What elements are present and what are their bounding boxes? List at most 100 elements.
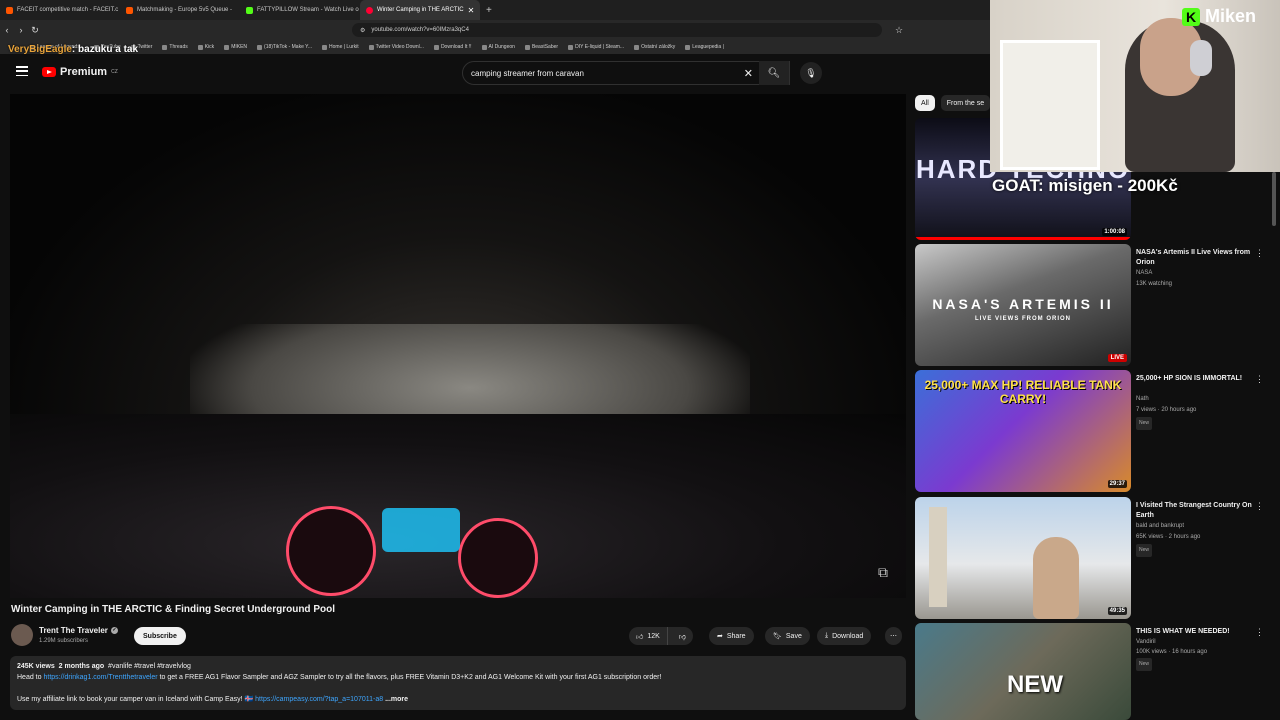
bookmark-item[interactable]: Kick [197, 44, 215, 50]
browser-tab-matchmaking[interactable]: Matchmaking - Europe 5v5 Queue - [120, 0, 240, 20]
search-input[interactable]: camping streamer from caravan [471, 69, 584, 78]
site-info-icon[interactable]: ⚙ [360, 27, 365, 34]
browser-tab-youtube-active[interactable]: Winter Camping in THE ARCTIC ✕ [360, 0, 480, 20]
affiliate-link[interactable]: https://campeasy.com/?tap_a=107011-a8 [255, 696, 383, 703]
channel-name[interactable]: Trent The Traveler [39, 626, 108, 635]
browser-tab-fattypillow[interactable]: FATTYPILLOW Stream - Watch Live o [240, 0, 360, 20]
video-frame-gauge [458, 518, 538, 598]
bookmark-item[interactable]: (18)TikTok - Make Y... [257, 44, 312, 50]
thumbnail-text: 25,000+ MAX HP! RELIABLE TANK CARRY! [924, 378, 1122, 406]
bookmark-favicon-icon [257, 44, 263, 50]
webcam-shelf [1000, 40, 1100, 170]
recommendation-title[interactable]: I Visited The Strangest Country On Earth [1136, 501, 1254, 521]
watch-progress-bar [915, 237, 1131, 240]
channel-name-wrap[interactable]: Trent The Traveler ✓ [39, 626, 118, 635]
recommendation-item[interactable]: NASA'S ARTEMIS II LIVE VIEWS FROM ORION … [915, 244, 1280, 366]
recommendation-title[interactable]: THIS IS WHAT WE NEEDED! [1136, 627, 1254, 637]
recommendation-title[interactable]: 25,000+ HP SION IS IMMORTAL! [1136, 374, 1254, 384]
chip-from-series[interactable]: From the se [940, 95, 991, 111]
more-vertical-icon[interactable]: ⋮ [1255, 248, 1264, 259]
video-player[interactable]: ⧉ [10, 94, 906, 598]
video-description[interactable]: 245K views 2 months ago #vanlife #travel… [10, 656, 906, 710]
voice-search-icon[interactable]: 🎙︎ [800, 62, 822, 84]
close-tab-icon[interactable]: ✕ [468, 6, 475, 15]
recommendation-channel[interactable]: NASA [1136, 268, 1152, 279]
bookmark-label: MIKEN [231, 44, 248, 50]
channel-avatar[interactable] [11, 624, 33, 646]
bookmark-label: Leaguepedia | [692, 44, 724, 50]
video-frame-gauge [286, 506, 376, 596]
url-field[interactable]: ⚙ youtube.com/watch?v=60IMzra3qC4 [352, 23, 882, 37]
description-line-2: Use my affiliate link to book your campe… [17, 694, 899, 705]
kick-brand: K Miken [1182, 6, 1256, 27]
bookmark-item[interactable]: Download It !! [433, 44, 472, 50]
video-duration: 1:00:08 [1102, 228, 1127, 236]
chat-username: VeryBigEagle [8, 44, 72, 55]
tab-title: FATTYPILLOW Stream - Watch Live o [257, 7, 359, 13]
new-tab-button[interactable]: + [480, 5, 498, 16]
search-box[interactable]: camping streamer from caravan ✕ 🔍︎ [462, 61, 790, 85]
subscribe-button[interactable]: Subscribe [134, 627, 186, 645]
like-button[interactable]: 👍︎ 12K [629, 627, 668, 645]
show-more-button[interactable]: ...more [385, 696, 408, 703]
bookmark-item[interactable]: Home | Lurkit [322, 44, 359, 50]
hamburger-menu-icon[interactable] [16, 66, 28, 76]
bookmark-item[interactable]: DIY E-liquid | Steam... [568, 44, 624, 50]
bookmark-item[interactable]: AI Dungeon [481, 44, 515, 50]
bookmark-favicon-icon [524, 44, 530, 50]
video-thumbnail[interactable]: NEW [915, 623, 1131, 720]
reload-icon[interactable]: ↻ [28, 25, 42, 36]
recommendation-channel[interactable]: bald and bankrupt [1136, 521, 1184, 532]
bookmark-label: Kick [204, 44, 215, 50]
more-vertical-icon[interactable]: ⋮ [1255, 374, 1264, 385]
recommendation-channel[interactable]: Nath [1136, 394, 1149, 405]
sponsor-link[interactable]: https://drinkag1.com/Trentthetraveler [43, 674, 157, 681]
bookmark-favicon-icon [433, 44, 439, 50]
clear-search-icon[interactable]: ✕ [744, 67, 753, 80]
download-button[interactable]: ⤓ Download [817, 627, 872, 645]
recommendation-item[interactable]: 25,000+ MAX HP! RELIABLE TANK CARRY! 29:… [915, 370, 1280, 492]
view-count: 245K views [17, 663, 55, 670]
recommendation-meta: 100K views · 16 hours ago [1136, 649, 1208, 655]
bookmark-item[interactable]: Threads [162, 44, 188, 50]
dislike-button[interactable]: 👎︎ [672, 632, 693, 641]
share-button[interactable]: ➦ Share [709, 627, 754, 645]
more-vertical-icon[interactable]: ⋮ [1255, 627, 1264, 638]
browser-tab-faceit-match[interactable]: FACEIT competitive match - FACEIT.c [0, 0, 120, 20]
bookmark-item[interactable]: Leaguepedia | [685, 44, 724, 50]
search-icon[interactable]: 🔍︎ [759, 61, 789, 85]
bookmark-favicon-icon [322, 44, 328, 50]
video-thumbnail[interactable]: 49:35 [915, 497, 1131, 619]
thumbnail-subtext: LIVE VIEWS FROM ORION [974, 316, 1071, 322]
bookmark-item[interactable]: Ostatní záložky [634, 44, 675, 50]
bookmark-item[interactable]: BeastSaber [524, 44, 559, 50]
more-actions-button[interactable]: ⋯ [885, 627, 902, 645]
recommendation-item[interactable]: NEW THIS IS WHAT WE NEEDED! Vandiril 100… [915, 623, 1280, 720]
thumbnail-text: NASA'S ARTEMIS II [932, 296, 1114, 312]
chip-all[interactable]: All [915, 95, 935, 111]
tab-title: Matchmaking - Europe 5v5 Queue - [137, 7, 233, 13]
bookmark-label: BeastSaber [531, 44, 559, 50]
youtube-premium-logo[interactable]: Premium CZ [42, 66, 118, 78]
browser-tab-bar: FACEIT competitive match - FACEIT.c Matc… [0, 0, 990, 20]
back-icon[interactable]: ‹ [0, 25, 14, 35]
video-thumbnail[interactable]: NASA'S ARTEMIS II LIVE VIEWS FROM ORION … [915, 244, 1131, 366]
save-button[interactable]: 🔖︎ Save [765, 627, 810, 645]
bookmark-star-icon[interactable]: ☆ [892, 25, 906, 36]
video-thumbnail[interactable]: 25,000+ MAX HP! RELIABLE TANK CARRY! 29:… [915, 370, 1131, 492]
save-label: Save [785, 632, 802, 640]
bookmark-item[interactable]: MIKEN [224, 44, 247, 50]
forward-icon[interactable]: › [14, 25, 28, 35]
recommendation-item[interactable]: 49:35 I Visited The Strangest Country On… [915, 497, 1280, 619]
sidebar-scrollbar[interactable] [1272, 172, 1276, 226]
logo-text: Premium [60, 66, 108, 78]
verified-check-icon: ✓ [110, 627, 118, 634]
bookmark-item[interactable]: Twitter Video Downl... [368, 44, 424, 50]
bookmark-favicon-icon [162, 44, 168, 50]
more-vertical-icon[interactable]: ⋮ [1255, 501, 1264, 512]
channel-watermark-icon[interactable]: ⧉ [878, 564, 888, 581]
desc-text: Head to [17, 674, 42, 681]
download-label: Download [832, 632, 864, 640]
hashtags[interactable]: #vanlife #travel #travelvlog [108, 663, 191, 670]
recommendation-title[interactable]: NASA's Artemis II Live Views from Orion [1136, 248, 1254, 268]
